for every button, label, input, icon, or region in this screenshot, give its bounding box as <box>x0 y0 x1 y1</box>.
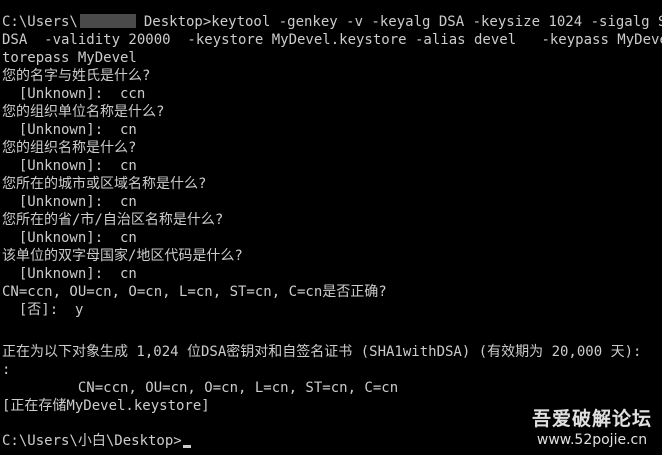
output-line: 该单位的双字母国家/地区代码是什么? <box>2 248 243 264</box>
command-text: Desktop>keytool -genkey -v -keyalg DSA -… <box>143 14 662 30</box>
forum-watermark: 吾爱破解论坛 www.52pojie.cn <box>532 407 652 449</box>
output-line: 正在为以下对象生成 1,024 位DSA密钥对和自签名证书 (SHA1withD… <box>2 344 642 360</box>
output-line: torepass MyDevel <box>2 50 137 66</box>
output-line: 您所在的城市或区域名称是什么? <box>2 176 207 192</box>
output-line: [Unknown]: cn <box>2 158 137 174</box>
output-line: CN=ccn, OU=cn, O=cn, L=cn, ST=cn, C=cn <box>2 380 399 396</box>
output-line: [否]: y <box>2 302 84 318</box>
output-line: [Unknown]: cn <box>2 194 137 210</box>
prompt-prefix: C:\Users\ <box>2 14 78 30</box>
prompt-line[interactable]: C:\Users\小白\Desktop> <box>2 432 191 450</box>
output-line: [Unknown]: cn <box>2 230 137 246</box>
redacted-username <box>79 14 136 28</box>
output-line: [正在存储MyDevel.keystore] <box>2 398 210 414</box>
command-line: C:\Users\ Desktop>keytool -genkey -v -key… <box>2 13 662 31</box>
text-cursor <box>182 445 191 448</box>
output-line: : <box>2 362 11 378</box>
console-window[interactable]: C:\Users\ Desktop>keytool -genkey -v -key… <box>0 0 662 455</box>
output-line: 您所在的省/市/自治区名称是什么? <box>2 212 224 228</box>
output-line: 您的组织单位名称是什么? <box>2 104 165 120</box>
output-line: [Unknown]: ccn <box>2 86 146 102</box>
watermark-url: www.52pojie.cn <box>536 432 648 448</box>
output-line: CN=ccn, OU=cn, O=cn, L=cn, ST=cn, C=cn是否… <box>2 284 387 300</box>
output-line: [Unknown]: cn <box>2 266 137 282</box>
output-line: DSA -validity 20000 -keystore MyDevel.ke… <box>2 32 662 48</box>
output-line: [Unknown]: cn <box>2 122 137 138</box>
output-line: 您的组织名称是什么? <box>2 140 137 156</box>
watermark-title: 吾爱破解论坛 <box>531 408 652 430</box>
output-line: 您的名字与姓氏是什么? <box>2 68 151 84</box>
current-prompt: C:\Users\小白\Desktop> <box>2 433 182 449</box>
